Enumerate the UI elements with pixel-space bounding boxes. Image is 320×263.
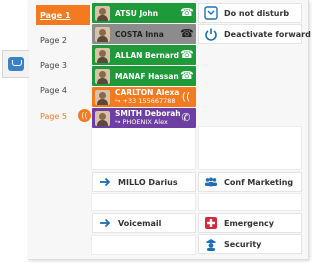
voicemail-button[interactable]: Voicemail	[92, 213, 196, 233]
contact-name: ATSU John	[115, 8, 159, 18]
page-tab-label: Page 4	[40, 85, 67, 95]
page-tab-label: Page 5	[40, 111, 67, 121]
contact-name: COSTA Inna	[115, 29, 164, 39]
function-label: MILLO Darius	[118, 177, 178, 187]
page-tab-1[interactable]: Page 1	[36, 5, 90, 25]
contact-tile-costa[interactable]: COSTA Inna ☎	[92, 24, 196, 44]
hangup-phone-icon[interactable]: ☎	[180, 28, 194, 40]
contact-name: MANAF Hassan	[115, 71, 179, 81]
panel-toggle-handle[interactable]	[2, 50, 29, 78]
contact-name: CARLTON Alexandr... ↪ +33 155667788	[115, 88, 180, 106]
page-tab-3[interactable]: Page 3	[36, 55, 90, 75]
do-not-disturb-button[interactable]: Do not disturb	[198, 3, 302, 23]
forward-number-text: +33 155667788	[122, 97, 176, 105]
security-guard-icon	[204, 237, 218, 251]
empty-slot[interactable]	[91, 126, 196, 170]
security-button[interactable]: Security	[198, 234, 302, 254]
function-label: Security	[224, 239, 262, 249]
incoming-call-icon: ((	[78, 109, 91, 122]
power-icon	[204, 27, 218, 41]
arrow-right-icon	[98, 216, 112, 230]
group-icon	[204, 175, 218, 189]
function-label: Do not disturb	[224, 8, 290, 18]
arrow-right-icon	[98, 175, 112, 189]
contact-tile-manaf[interactable]: MANAF Hassan ☎	[92, 66, 196, 86]
avatar	[95, 5, 110, 21]
page-tab-label: Page 2	[40, 35, 67, 45]
empty-slot[interactable]	[198, 126, 302, 170]
avatar	[95, 47, 110, 63]
forward-millo-button[interactable]: MILLO Darius	[92, 172, 196, 192]
function-label: Voicemail	[118, 218, 162, 228]
empty-slot[interactable]	[91, 193, 196, 211]
emergency-button[interactable]: Emergency	[198, 213, 302, 233]
contact-tile-carlton[interactable]: CARLTON Alexandr... ↪ +33 155667788 ((	[92, 87, 196, 107]
hangup-phone-icon[interactable]: ☎	[180, 49, 194, 61]
page-tab-label: Page 3	[40, 60, 67, 70]
empty-slot[interactable]	[198, 193, 302, 211]
ringing-phone-icon[interactable]: ((	[180, 91, 192, 103]
avatar	[95, 89, 110, 105]
function-label: Deactivate forward	[224, 29, 311, 39]
contact-name-text: SMITH Deborah	[115, 109, 180, 118]
avatar	[95, 110, 110, 126]
hangup-phone-icon[interactable]: ☎	[180, 70, 194, 82]
contact-name: SMITH Deborah ↪ PHOENIX Alex	[115, 109, 180, 127]
conf-marketing-button[interactable]: Conf Marketing	[198, 172, 302, 192]
deactivate-forward-button[interactable]: Deactivate forward	[198, 24, 311, 44]
hangup-phone-icon[interactable]: ☎	[180, 7, 194, 19]
empty-slot[interactable]	[91, 235, 196, 255]
avatar	[95, 26, 110, 42]
contact-tile-atsu[interactable]: ATSU John ☎	[92, 3, 196, 23]
page-tab-5[interactable]: Page 5 ((	[36, 106, 91, 126]
page-tab-2[interactable]: Page 2	[36, 30, 90, 50]
contact-name: ALLAN Bernard	[115, 50, 180, 60]
forwarded-number: ↪ +33 155667788	[115, 97, 176, 105]
forwarded-to: ↪ PHOENIX Alex	[115, 118, 168, 126]
contact-tile-smith[interactable]: SMITH Deborah ↪ PHOENIX Alex ✆	[92, 108, 196, 128]
function-label: Conf Marketing	[224, 177, 294, 187]
avatar	[95, 68, 110, 84]
do-not-disturb-icon	[204, 6, 218, 20]
page-tab-label: Page 1	[40, 10, 71, 20]
function-label: Emergency	[224, 218, 274, 228]
contact-name-text: CARLTON Alexandr...	[115, 88, 180, 97]
emergency-icon	[204, 216, 218, 230]
phone-panel-icon	[8, 57, 24, 71]
page-tab-4[interactable]: Page 4	[36, 80, 90, 100]
phone-handset-icon[interactable]: ✆	[180, 112, 192, 124]
forward-target-text: PHOENIX Alex	[122, 118, 168, 126]
contact-tile-allan[interactable]: ALLAN Bernard ☎	[92, 45, 196, 65]
